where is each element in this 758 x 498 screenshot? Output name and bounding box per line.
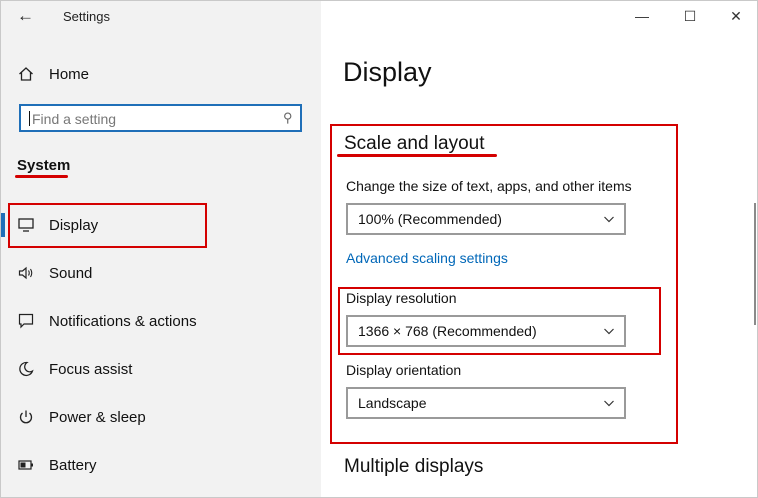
search-placeholder: Find a setting — [32, 111, 117, 127]
page-title: Display — [343, 57, 432, 87]
maximize-icon[interactable]: ☐ — [679, 6, 701, 26]
battery-icon — [17, 459, 35, 471]
advanced-scaling-link[interactable]: Advanced scaling settings — [346, 250, 508, 266]
orientation-label: Display orientation — [346, 362, 462, 378]
sidebar-item-battery[interactable]: Battery — [1, 445, 321, 485]
sidebar-item-focus-assist[interactable]: Focus assist — [1, 349, 321, 389]
sidebar-item-power-sleep[interactable]: Power & sleep — [1, 397, 321, 437]
annotation-underline-system — [15, 175, 68, 178]
chevron-down-icon — [604, 400, 614, 407]
orientation-value: Landscape — [358, 395, 427, 411]
resolution-value: 1366 × 768 (Recommended) — [358, 323, 537, 339]
scrollbar-thumb[interactable] — [754, 203, 756, 325]
scale-dropdown[interactable]: 100% (Recommended) — [346, 203, 626, 235]
text-caret — [29, 111, 30, 126]
sidebar-item-label: Focus assist — [49, 360, 133, 378]
orientation-dropdown[interactable]: Landscape — [346, 387, 626, 419]
speaker-icon — [17, 266, 35, 280]
home-label: Home — [49, 65, 90, 83]
sidebar-item-label: Battery — [49, 456, 97, 474]
resolution-label: Display resolution — [346, 290, 457, 306]
message-icon — [17, 313, 35, 329]
sidebar-item-label: Power & sleep — [49, 408, 146, 426]
search-icon[interactable]: ⚲ — [283, 110, 293, 126]
sidebar-item-label: Notifications & actions — [49, 312, 197, 330]
main-pane: — ☐ ✕ Display Scale and layout Change th… — [321, 1, 757, 497]
settings-window: ← Settings Home Find a setting ⚲ System … — [0, 0, 758, 498]
scale-label: Change the size of text, apps, and other… — [346, 178, 632, 194]
scale-value: 100% (Recommended) — [358, 211, 502, 227]
power-icon — [17, 409, 35, 425]
search-input[interactable]: Find a setting ⚲ — [19, 104, 302, 132]
sidebar-item-notifications[interactable]: Notifications & actions — [1, 301, 321, 341]
annotation-underline-scale — [337, 154, 497, 157]
chevron-down-icon — [604, 216, 614, 223]
sidebar-item-sound[interactable]: Sound — [1, 253, 321, 293]
chevron-down-icon — [604, 328, 614, 335]
moon-icon — [17, 361, 35, 377]
section-label-system: System — [17, 157, 71, 174]
close-icon[interactable]: ✕ — [725, 6, 747, 26]
resolution-dropdown[interactable]: 1366 × 768 (Recommended) — [346, 315, 626, 347]
sidebar: ← Settings Home Find a setting ⚲ System … — [1, 1, 321, 497]
home-nav-item[interactable]: Home — [17, 63, 89, 85]
home-icon — [17, 66, 35, 82]
section-heading-scale-layout: Scale and layout — [344, 133, 485, 154]
back-arrow-icon[interactable]: ← — [17, 5, 37, 27]
annotation-box-display — [8, 203, 207, 248]
section-heading-multiple-displays: Multiple displays — [344, 456, 484, 477]
sidebar-item-label: Sound — [49, 264, 93, 282]
app-title: Settings — [63, 9, 110, 24]
minimize-icon[interactable]: — — [631, 6, 653, 26]
